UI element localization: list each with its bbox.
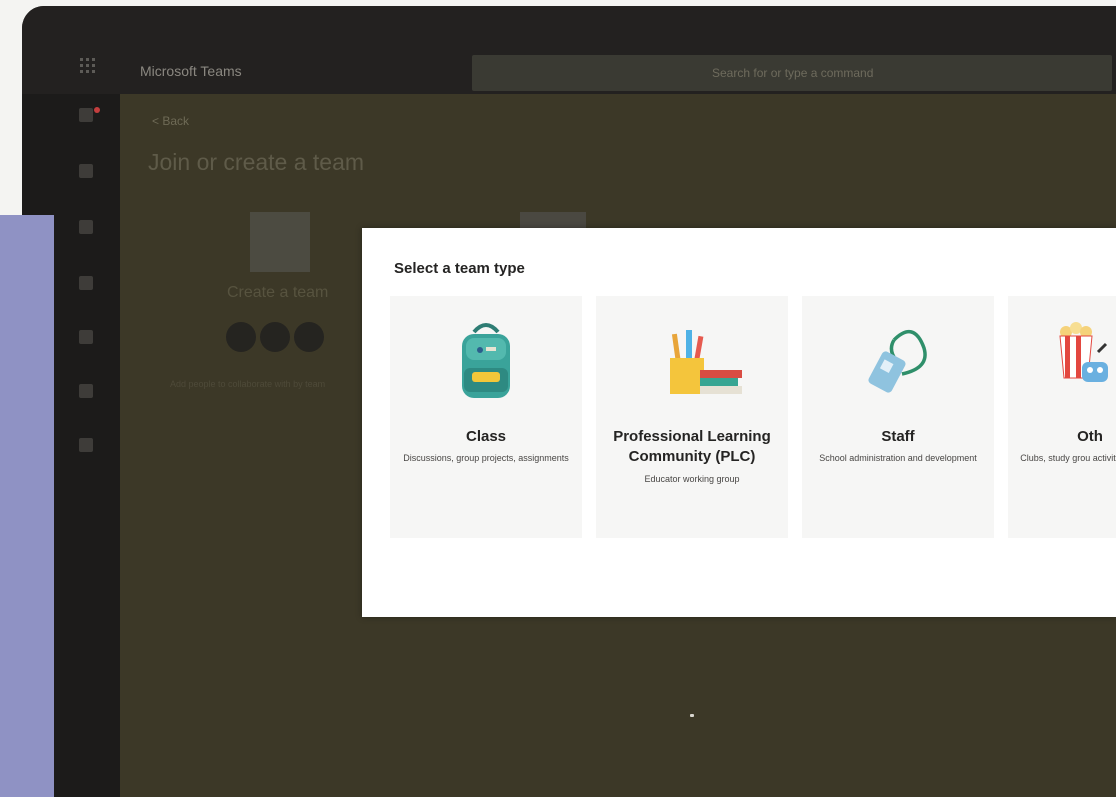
mouse-cursor xyxy=(690,714,694,717)
team-type-card-class[interactable]: Class Discussions, group projects, assig… xyxy=(390,296,582,538)
calls-icon[interactable] xyxy=(79,384,93,398)
assignments-icon[interactable] xyxy=(79,276,93,290)
create-team-hint: Add people to collaborate with by team xyxy=(170,379,326,389)
popcorn-icon xyxy=(1059,322,1108,382)
team-type-card-plc[interactable]: Professional Learning Community (PLC) Ed… xyxy=(596,296,788,538)
join-code-tile[interactable] xyxy=(520,212,586,228)
create-team-label: Create a team xyxy=(227,284,329,301)
back-link[interactable]: < Back xyxy=(152,114,189,128)
decorative-accent-panel xyxy=(0,215,54,797)
notification-badge xyxy=(94,107,100,113)
card-title: Oth xyxy=(1077,428,1103,445)
chat-icon[interactable] xyxy=(79,164,93,178)
page-title: Join or create a team xyxy=(148,149,365,175)
teams-icon[interactable] xyxy=(79,220,93,234)
card-title: Class xyxy=(465,428,507,445)
title-bar: Microsoft Teams Search for or type a com… xyxy=(22,6,1116,94)
app-title: Microsoft Teams xyxy=(140,63,242,79)
dialog-title: Select a team type xyxy=(394,260,525,277)
search-placeholder: Search for or type a command xyxy=(712,66,874,80)
backpack-icon xyxy=(462,323,510,398)
lanyard-badge-icon xyxy=(868,330,927,393)
card-description: Educator working group xyxy=(644,474,740,484)
pencil-cup-icon xyxy=(670,330,742,394)
card-description: Discussions, group projects, assignments xyxy=(403,453,569,463)
calendar-icon[interactable] xyxy=(79,330,93,344)
select-team-type-dialog: Select a team type Class Discussions, gr… xyxy=(362,228,1116,617)
card-title: Professional Learning Community (PLC) xyxy=(613,428,771,465)
search-input[interactable]: Search for or type a command xyxy=(472,55,1112,91)
activity-icon[interactable] xyxy=(79,108,93,122)
files-icon[interactable] xyxy=(79,438,93,452)
card-title: Staff xyxy=(881,428,915,445)
team-type-card-staff[interactable]: Staff School administration and developm… xyxy=(802,296,994,538)
card-description: Clubs, study grou activit xyxy=(1020,453,1116,463)
team-type-card-other[interactable]: Oth Clubs, study grou activit xyxy=(1008,296,1116,538)
member-avatars xyxy=(226,322,328,357)
app-launcher-icon[interactable] xyxy=(80,58,98,76)
card-description: School administration and development xyxy=(819,453,977,463)
create-team-tile[interactable] xyxy=(250,212,310,272)
